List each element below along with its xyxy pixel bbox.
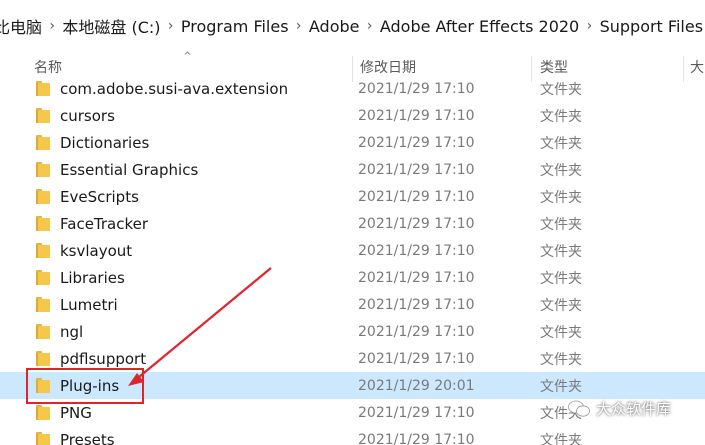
modified-date: 2021/1/29 17:10 <box>358 350 475 367</box>
breadcrumb: 比电脑›本地磁盘 (C:)›Program Files›Adobe›Adobe … <box>0 0 705 53</box>
file-name: Lumetri <box>60 295 118 314</box>
folder-icon <box>36 216 50 231</box>
watermark-text: 大众软件库 <box>596 400 672 418</box>
folder-icon <box>36 81 50 96</box>
file-type: 文件夹 <box>540 351 582 368</box>
folder-icon <box>36 189 50 204</box>
file-type: 文件夹 <box>540 189 582 206</box>
file-type: 文件夹 <box>540 432 582 445</box>
modified-date: 2021/1/29 17:10 <box>358 323 475 340</box>
folder-icon <box>36 351 50 366</box>
file-name: ksvlayout <box>60 241 133 260</box>
folder-icon <box>36 135 50 150</box>
column-name-label: 名称 <box>34 60 62 76</box>
folder-icon <box>36 297 50 312</box>
file-name: ngl <box>60 322 84 341</box>
table-row[interactable]: ksvlayout 2021/1/29 17:10 文件夹 <box>0 237 705 264</box>
folder-icon <box>36 162 50 177</box>
table-row[interactable]: com.adobe.susi-ava.extension 2021/1/29 17… <box>0 76 705 102</box>
table-row[interactable]: Lumetri 2021/1/29 17:10 文件夹 <box>0 291 705 318</box>
file-name: cursors <box>60 106 115 125</box>
file-name: PNG <box>60 403 92 422</box>
watermark: 大众软件库 <box>568 398 671 419</box>
column-type-label: 类型 <box>540 60 568 76</box>
file-name: com.adobe.susi-ava.extension <box>60 79 289 98</box>
file-name: EveScripts <box>60 187 139 206</box>
file-type: 文件夹 <box>540 243 582 260</box>
folder-icon <box>36 432 50 445</box>
file-name: Essential Graphics <box>60 160 199 179</box>
breadcrumb-item[interactable]: 比电脑 <box>0 14 44 38</box>
modified-date: 2021/1/29 17:10 <box>358 161 475 178</box>
file-type: 文件夹 <box>540 297 582 314</box>
modified-date: 2021/1/29 17:10 <box>358 188 475 205</box>
file-name: Dictionaries <box>60 133 150 152</box>
modified-date: 2021/1/29 17:10 <box>358 404 475 421</box>
modified-date: 2021/1/29 17:10 <box>358 134 475 151</box>
table-row[interactable]: Libraries 2021/1/29 17:10 文件夹 <box>0 264 705 291</box>
folder-icon <box>36 270 50 285</box>
folder-icon <box>36 108 50 123</box>
modified-date: 2021/1/29 17:10 <box>358 296 475 313</box>
sort-ascending-icon: ⌃ <box>182 50 193 65</box>
folder-icon <box>36 405 50 420</box>
file-type: 文件夹 <box>540 270 582 287</box>
file-type: 文件夹 <box>540 81 582 98</box>
breadcrumb-chevron-icon[interactable]: › <box>163 18 179 34</box>
file-type: 文件夹 <box>540 135 582 152</box>
modified-date: 2021/1/29 17:10 <box>358 215 475 232</box>
file-name: pdflsupport <box>60 349 147 368</box>
breadcrumb-chevron-icon[interactable]: › <box>581 18 597 34</box>
table-row[interactable]: EveScripts 2021/1/29 17:10 文件夹 <box>0 183 705 210</box>
file-type: 文件夹 <box>540 324 582 341</box>
table-row[interactable]: Essential Graphics 2021/1/29 17:10 文件夹 <box>0 156 705 183</box>
breadcrumb-chevron-icon[interactable]: › <box>44 18 60 34</box>
modified-date: 2021/1/29 17:10 <box>358 431 475 445</box>
file-name: Presets <box>60 430 115 445</box>
file-type: 文件夹 <box>540 162 582 179</box>
column-date-label: 修改日期 <box>360 60 416 76</box>
breadcrumb-item[interactable]: Program Files <box>179 17 291 36</box>
breadcrumb-chevron-icon[interactable]: › <box>291 18 307 34</box>
annotation-highlight-box <box>26 368 144 404</box>
breadcrumb-item[interactable]: Adobe <box>307 17 362 36</box>
breadcrumb-item[interactable]: Adobe After Effects 2020 <box>378 17 581 36</box>
column-size-label: 大 <box>690 60 704 76</box>
wechat-logo-icon <box>568 400 590 417</box>
modified-date: 2021/1/29 20:01 <box>358 377 475 394</box>
modified-date: 2021/1/29 17:10 <box>358 242 475 259</box>
folder-icon <box>36 324 50 339</box>
breadcrumb-item[interactable]: Support Files <box>598 17 705 36</box>
table-row[interactable]: cursors 2021/1/29 17:10 文件夹 <box>0 102 705 129</box>
table-row[interactable]: FaceTracker 2021/1/29 17:10 文件夹 <box>0 210 705 237</box>
table-row[interactable]: Presets 2021/1/29 17:10 文件夹 <box>0 426 705 445</box>
file-type: 文件夹 <box>540 216 582 233</box>
file-type: 文件夹 <box>540 108 582 125</box>
breadcrumb-chevron-icon[interactable]: › <box>362 18 378 34</box>
table-row[interactable]: ngl 2021/1/29 17:10 文件夹 <box>0 318 705 345</box>
folder-icon <box>36 243 50 258</box>
file-name: FaceTracker <box>60 214 149 233</box>
modified-date: 2021/1/29 17:10 <box>358 269 475 286</box>
modified-date: 2021/1/29 17:10 <box>358 107 475 124</box>
file-name: Libraries <box>60 268 125 287</box>
table-row[interactable]: Dictionaries 2021/1/29 17:10 文件夹 <box>0 129 705 156</box>
breadcrumb-item[interactable]: 本地磁盘 (C:) <box>60 14 162 38</box>
file-type: 文件夹 <box>540 378 582 395</box>
modified-date: 2021/1/29 17:10 <box>358 80 475 97</box>
